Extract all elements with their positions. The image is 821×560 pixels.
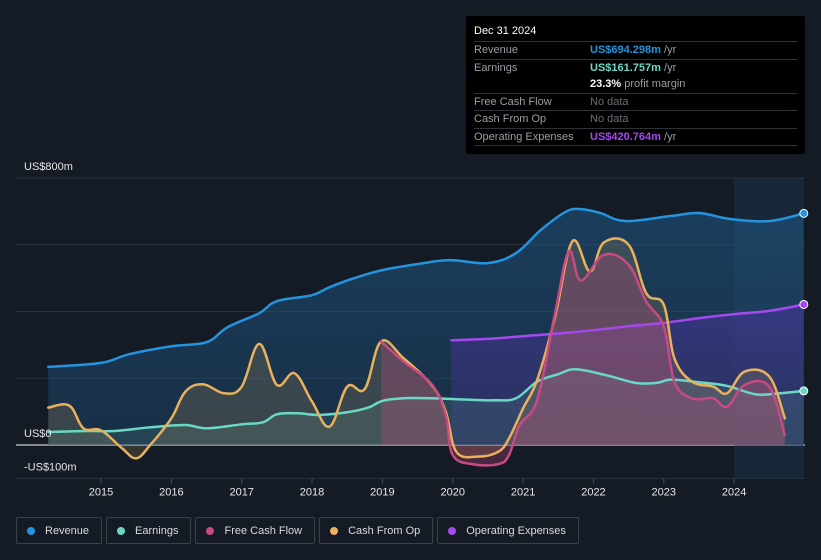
- earnings-dot-icon: [117, 526, 126, 535]
- tooltip-row-earnings: Earnings US$161.757m /yr: [474, 60, 797, 77]
- operating-expenses-endpoint-marker[interactable]: [799, 299, 809, 309]
- x-tick-label: 2018: [300, 486, 324, 498]
- x-tick-label: 2019: [370, 486, 394, 498]
- x-tick-label: 2022: [581, 486, 605, 498]
- tooltip-value: No data: [590, 95, 629, 108]
- tooltip-label: Cash From Op: [474, 113, 547, 125]
- free-cash-flow-dot-icon: [206, 526, 215, 535]
- x-tick-label: 2015: [89, 486, 113, 498]
- legend-label: Earnings: [135, 524, 179, 537]
- tooltip-value: No data: [590, 113, 629, 125]
- x-tick-label: 2017: [229, 486, 253, 498]
- y-tick-label: US$0: [24, 428, 52, 440]
- tooltip-row-profit-margin: 23.3% profit margin: [474, 76, 797, 94]
- legend-label: Revenue: [45, 524, 90, 537]
- operating-expenses-dot-icon: [448, 526, 457, 535]
- tooltip-label: [474, 76, 590, 93]
- x-tick-label: 2016: [159, 486, 183, 498]
- earnings-endpoint-marker[interactable]: [799, 386, 809, 396]
- x-tick-label: 2024: [722, 486, 746, 498]
- tooltip-row-free-cash-flow: Free Cash Flow No data: [474, 94, 797, 111]
- tooltip-unit: /yr: [664, 61, 677, 74]
- y-tick-label: US$800m: [24, 161, 73, 173]
- tooltip-unit: profit margin: [624, 78, 686, 90]
- legend-item-earnings[interactable]: Earnings: [106, 517, 192, 544]
- tooltip-label: Operating Expenses: [474, 130, 574, 143]
- x-axis-ticks: 2015 2016 2017 2018 2019 2020 2021 2022 2023 2024: [89, 478, 746, 498]
- tooltip-value: US$420.764m: [590, 130, 661, 143]
- legend-label: Free Cash Flow: [224, 524, 303, 537]
- y-tick-label: -US$100m: [24, 461, 77, 473]
- tooltip-value: US$161.757m: [590, 61, 661, 74]
- revenue-dot-icon: [27, 526, 35, 535]
- x-tick-label: 2020: [441, 486, 465, 498]
- chart-legend: Revenue Earnings Free Cash Flow Cash Fro…: [16, 517, 579, 544]
- tooltip-unit: /yr: [664, 44, 677, 56]
- tooltip-unit: /yr: [664, 130, 677, 143]
- x-tick-label: 2021: [511, 486, 535, 498]
- tooltip-date: Dec 31 2024: [474, 24, 797, 42]
- tooltip-row-cash-from-op: Cash From Op No data: [474, 111, 797, 129]
- tooltip-label: Revenue: [474, 44, 519, 56]
- tooltip-value: US$694.298m: [590, 44, 661, 56]
- tooltip-label: Free Cash Flow: [474, 95, 552, 108]
- legend-item-free-cash-flow[interactable]: Free Cash Flow: [195, 517, 316, 544]
- legend-item-revenue[interactable]: Revenue: [16, 517, 103, 544]
- legend-label: Operating Expenses: [466, 524, 566, 537]
- legend-label: Cash From Op: [348, 524, 421, 537]
- tooltip-row-operating-expenses: Operating Expenses US$420.764m /yr: [474, 129, 797, 146]
- legend-item-operating-expenses[interactable]: Operating Expenses: [437, 517, 579, 544]
- cash-from-op-dot-icon: [330, 526, 339, 535]
- legend-item-cash-from-op[interactable]: Cash From Op: [319, 517, 434, 544]
- revenue-endpoint-marker[interactable]: [799, 208, 809, 218]
- tooltip-label: Earnings: [474, 61, 518, 74]
- tooltip-row-revenue: Revenue US$694.298m /yr: [474, 42, 797, 60]
- tooltip-panel: Dec 31 2024 Revenue US$694.298m /yr Earn…: [466, 16, 805, 154]
- tooltip-value: 23.3%: [590, 78, 622, 90]
- x-tick-label: 2023: [652, 486, 676, 498]
